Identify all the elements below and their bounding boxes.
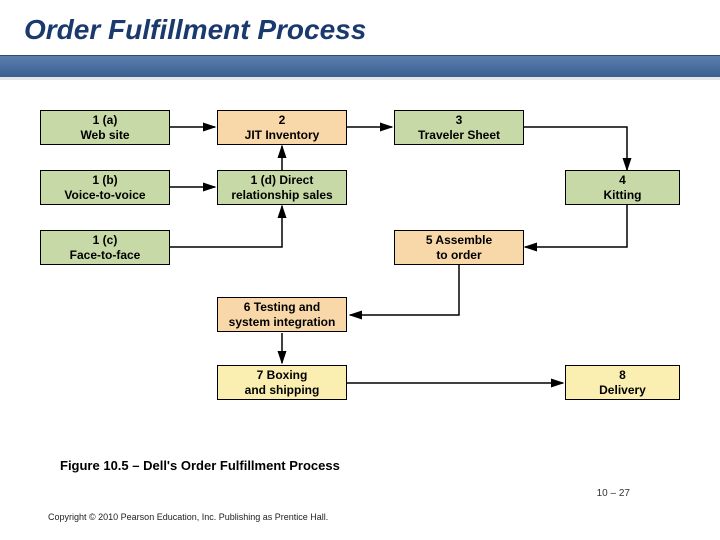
header-rule [0, 55, 720, 78]
node-1b-voice: 1 (b)Voice-to-voice [40, 170, 170, 205]
page-title: Order Fulfillment Process [0, 0, 720, 46]
node-5-assemble: 5 Assembleto order [394, 230, 524, 265]
copyright-text: Copyright © 2010 Pearson Education, Inc.… [48, 512, 328, 522]
diagram-canvas: 1 (a)Web site 1 (b)Voice-to-voice 1 (c)F… [40, 90, 680, 430]
node-8-delivery: 8Delivery [565, 365, 680, 400]
node-1d-direct: 1 (d) Directrelationship sales [217, 170, 347, 205]
node-1a-website: 1 (a)Web site [40, 110, 170, 145]
page-number: 10 – 27 [597, 488, 630, 499]
node-7-boxing: 7 Boxingand shipping [217, 365, 347, 400]
node-6-testing: 6 Testing andsystem integration [217, 297, 347, 332]
node-2-jit: 2JIT Inventory [217, 110, 347, 145]
node-4-kitting: 4Kitting [565, 170, 680, 205]
figure-caption: Figure 10.5 – Dell's Order Fulfillment P… [60, 458, 340, 473]
node-3-traveler: 3Traveler Sheet [394, 110, 524, 145]
node-1c-face: 1 (c)Face-to-face [40, 230, 170, 265]
